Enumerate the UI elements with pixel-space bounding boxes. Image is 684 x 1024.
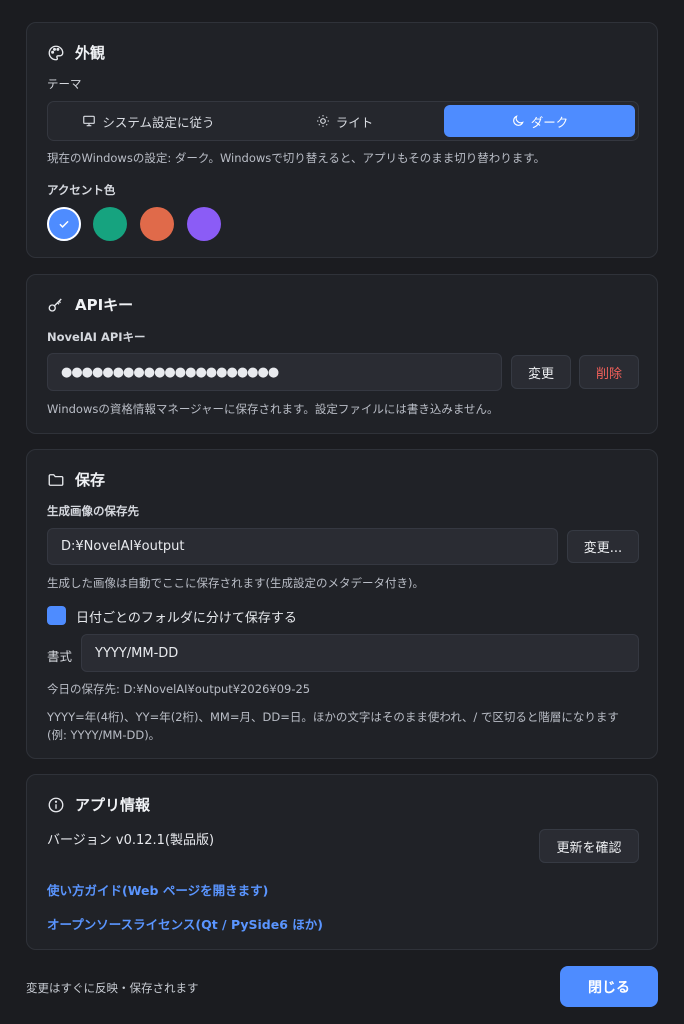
theme-option-dark[interactable]: ダーク: [444, 105, 635, 137]
format-label: 書式: [47, 649, 73, 664]
save-path-label: 生成画像の保存先: [47, 504, 139, 518]
api-key-change-button[interactable]: 変更: [511, 355, 571, 389]
appearance-title: 外観: [47, 42, 105, 63]
save-path-value: D:¥NovelAI¥output: [61, 539, 185, 554]
accent-swatch-purple[interactable]: [187, 207, 221, 241]
theme-option-system-label: システム設定に従う: [102, 114, 215, 130]
about-card: アプリ情報 バージョン v0.12.1(製品版) 更新を確認 使い方ガイド(We…: [26, 774, 658, 950]
theme-selector: システム設定に従う ライト ダーク: [47, 101, 639, 141]
save-title-text: 保存: [75, 471, 106, 489]
today-save-path: 今日の保存先: D:¥NovelAI¥output¥2026¥09-25: [47, 682, 311, 696]
check-update-button[interactable]: 更新を確認: [539, 829, 639, 863]
about-title: アプリ情報: [47, 794, 150, 815]
appearance-card: 外観 テーマ システム設定に従う ライト ダーク 現在のWindowsの設定: …: [26, 22, 658, 258]
split-by-date-label[interactable]: 日付ごとのフォルダに分けて保存する: [76, 607, 297, 626]
accent-swatch-orange[interactable]: [140, 207, 174, 241]
api-key-masked-value: ●●●●●●●●●●●●●●●●●●●●●: [61, 364, 279, 380]
open-source-license-link[interactable]: オープンソースライセンス(Qt / PySide6 ほか): [47, 914, 323, 933]
close-button[interactable]: 閉じる: [560, 966, 658, 1007]
check-icon: [59, 220, 69, 228]
api-key-delete-button[interactable]: 削除: [579, 355, 639, 389]
monitor-icon: [83, 115, 96, 127]
usage-guide-link[interactable]: 使い方ガイド(Web ページを開きます): [47, 880, 268, 899]
api-key-hint: Windowsの資格情報マネージャーに保存されます。設定ファイルには書き込みませ…: [47, 402, 499, 416]
api-title-text: APIキー: [75, 296, 134, 314]
format-input[interactable]: YYYY/MM-DD: [81, 634, 639, 672]
theme-label: テーマ: [47, 77, 82, 91]
key-icon: [48, 298, 62, 312]
api-title: APIキー: [47, 294, 133, 315]
appearance-title-text: 外観: [75, 44, 106, 62]
about-title-text: アプリ情報: [75, 796, 151, 814]
theme-option-light-label: ライト: [335, 114, 374, 130]
split-by-date-checkbox[interactable]: [47, 606, 66, 625]
theme-option-light[interactable]: ライト: [246, 105, 443, 137]
save-card: 保存 生成画像の保存先 D:¥NovelAI¥output 変更... 生成した…: [26, 449, 658, 759]
accent-swatch-green[interactable]: [93, 207, 127, 241]
theme-option-dark-label: ダーク: [530, 114, 569, 130]
format-value: YYYY/MM-DD: [95, 645, 179, 661]
api-key-label: NovelAI APIキー: [47, 330, 146, 344]
version-text: バージョン v0.12.1(製品版): [47, 833, 215, 848]
save-path-field[interactable]: D:¥NovelAI¥output: [47, 528, 558, 565]
api-card: APIキー NovelAI APIキー ●●●●●●●●●●●●●●●●●●●●…: [26, 274, 658, 434]
save-path-hint: 生成した画像は自動でここに保存されます(生成設定のメタデータ付き)。: [47, 576, 424, 590]
footer-note: 変更はすぐに反映・保存されます: [26, 981, 199, 995]
theme-option-system[interactable]: システム設定に従う: [51, 105, 246, 137]
moon-icon: [512, 115, 524, 126]
api-key-field[interactable]: ●●●●●●●●●●●●●●●●●●●●●: [47, 353, 502, 391]
palette-icon: [48, 45, 64, 60]
accent-label: アクセント色: [47, 183, 116, 197]
save-path-change-button[interactable]: 変更...: [567, 530, 639, 563]
sun-icon: [316, 115, 329, 127]
format-hint: YYYY=年(4桁)、YY=年(2桁)、MM=月、DD=日。ほかの文字はそのまま…: [47, 710, 619, 742]
save-title: 保存: [47, 469, 105, 490]
folder-icon: [48, 473, 64, 486]
theme-hint: 現在のWindowsの設定: ダーク。Windowsで切り替えると、アプリもその…: [47, 151, 546, 165]
accent-swatch-blue[interactable]: [47, 207, 81, 241]
info-icon: [48, 797, 64, 812]
